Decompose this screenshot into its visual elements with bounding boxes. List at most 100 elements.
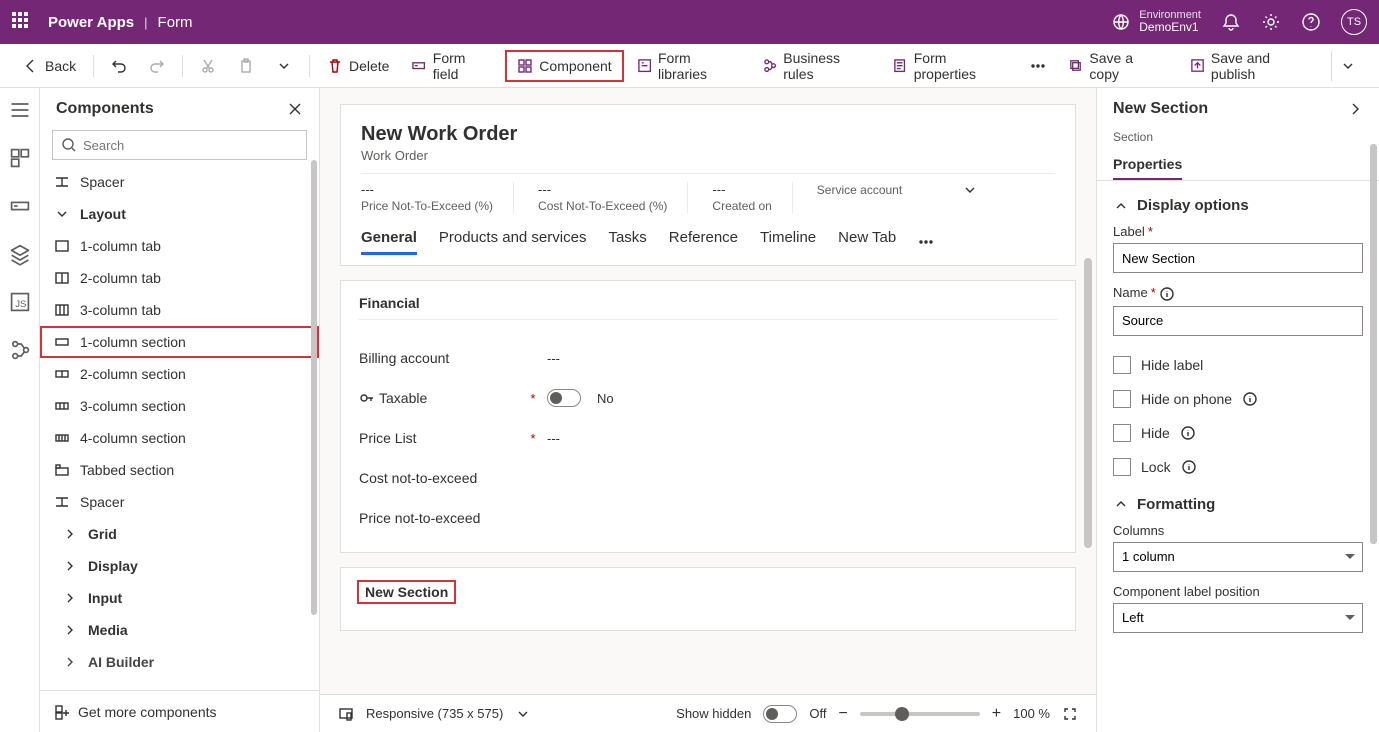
waffle-icon[interactable] bbox=[12, 12, 32, 32]
responsive-label[interactable]: Responsive (735 x 575) bbox=[366, 706, 503, 721]
zoom-slider[interactable] bbox=[860, 712, 980, 716]
paste-button[interactable] bbox=[229, 50, 263, 82]
user-avatar[interactable]: TS bbox=[1341, 9, 1367, 35]
checkbox-hide-label[interactable]: Hide label bbox=[1113, 348, 1363, 382]
group-grid[interactable]: Grid bbox=[40, 518, 319, 550]
component-2col-tab[interactable]: 2-column tab bbox=[40, 262, 319, 294]
rail-rules[interactable] bbox=[8, 338, 32, 362]
close-icon[interactable] bbox=[287, 101, 303, 117]
chevron-right-icon[interactable] bbox=[1347, 101, 1363, 117]
tab-tasks[interactable]: Tasks bbox=[608, 229, 646, 255]
input-label[interactable] bbox=[1113, 243, 1363, 273]
group-display[interactable]: Display bbox=[40, 550, 319, 582]
field-cost-nte[interactable]: Cost not-to-exceed bbox=[359, 458, 1057, 498]
tab-new[interactable]: New Tab bbox=[838, 229, 896, 255]
responsive-icon[interactable] bbox=[338, 706, 354, 722]
field-price-nte[interactable]: Price not-to-exceed bbox=[359, 498, 1057, 538]
component-spacer[interactable]: Spacer bbox=[40, 486, 319, 518]
undo-button[interactable] bbox=[102, 50, 136, 82]
component-3col-tab[interactable]: 3-column tab bbox=[40, 294, 319, 326]
group-ai-builder[interactable]: AI Builder bbox=[40, 646, 319, 678]
1col-section-icon bbox=[54, 334, 70, 350]
component-tabbed-section[interactable]: Tabbed section bbox=[40, 454, 319, 486]
zoom-out-button[interactable]: − bbox=[838, 705, 847, 723]
field-price-list[interactable]: Price List*--- bbox=[359, 418, 1057, 458]
group-media[interactable]: Media bbox=[40, 614, 319, 646]
rail-hamburger[interactable] bbox=[8, 98, 32, 122]
rail-components[interactable] bbox=[8, 146, 32, 170]
form-libraries-button[interactable]: Form libraries bbox=[628, 50, 749, 82]
rail-js[interactable]: JS bbox=[8, 290, 32, 314]
ellipsis-icon bbox=[1030, 58, 1046, 74]
toggle-taxable[interactable] bbox=[547, 389, 581, 407]
checkbox-hide-phone[interactable]: Hide on phone bbox=[1113, 382, 1363, 416]
component-button[interactable]: Component bbox=[505, 50, 623, 82]
section-new[interactable]: New Section bbox=[340, 567, 1076, 631]
info-icon[interactable] bbox=[1242, 391, 1258, 407]
info-icon[interactable] bbox=[1159, 286, 1175, 302]
header-field-service-account[interactable]: Service account bbox=[817, 182, 998, 198]
field-billing-account[interactable]: Billing account--- bbox=[359, 338, 1057, 378]
redo-button[interactable] bbox=[140, 50, 174, 82]
save-copy-button[interactable]: Save a copy bbox=[1059, 50, 1171, 82]
field-taxable[interactable]: Taxable*No bbox=[359, 378, 1057, 418]
info-icon[interactable] bbox=[1180, 425, 1196, 441]
zoom-in-button[interactable]: + bbox=[992, 705, 1001, 723]
settings-icon[interactable] bbox=[1261, 12, 1281, 32]
add-component-icon bbox=[54, 704, 70, 720]
checkbox-lock[interactable]: Lock bbox=[1113, 450, 1363, 484]
tabs-overflow-icon[interactable] bbox=[918, 234, 934, 250]
component-4col-section[interactable]: 4-column section bbox=[40, 422, 319, 454]
select-columns[interactable]: 1 column bbox=[1113, 542, 1363, 572]
rail-layers[interactable] bbox=[8, 242, 32, 266]
back-button[interactable]: Back bbox=[14, 50, 85, 82]
component-2col-section[interactable]: 2-column section bbox=[40, 358, 319, 390]
chevron-down-icon[interactable] bbox=[515, 706, 531, 722]
form-properties-button[interactable]: Form properties bbox=[883, 50, 1017, 82]
section-financial[interactable]: Financial Billing account--- Taxable*No … bbox=[340, 280, 1076, 553]
header-field-cost-nte[interactable]: ---Cost Not-To-Exceed (%) bbox=[538, 182, 688, 213]
app-header: Power Apps | Form Environment DemoEnv1 T… bbox=[0, 0, 1379, 44]
component-spacer-top[interactable]: Spacer bbox=[40, 166, 319, 198]
tab-properties[interactable]: Properties bbox=[1113, 150, 1182, 180]
chevron-down-icon bbox=[1113, 198, 1129, 214]
header-field-created[interactable]: ---Created on bbox=[712, 182, 792, 213]
save-publish-dropdown[interactable] bbox=[1331, 50, 1365, 82]
component-1col-section[interactable]: 1-column section bbox=[40, 326, 319, 358]
save-publish-button[interactable]: Save and publish bbox=[1181, 50, 1321, 82]
rail-field[interactable] bbox=[8, 194, 32, 218]
group-input[interactable]: Input bbox=[40, 582, 319, 614]
canvas-scrollbar[interactable] bbox=[1084, 108, 1092, 672]
environment-switcher[interactable]: Environment DemoEnv1 bbox=[1111, 9, 1201, 34]
tab-products[interactable]: Products and services bbox=[439, 229, 587, 255]
component-3col-section[interactable]: 3-column section bbox=[40, 390, 319, 422]
info-icon[interactable] bbox=[1181, 459, 1197, 475]
paste-dropdown[interactable] bbox=[267, 50, 301, 82]
get-more-components[interactable]: Get more components bbox=[40, 690, 319, 732]
business-rules-button[interactable]: Business rules bbox=[753, 50, 879, 82]
delete-button[interactable]: Delete bbox=[318, 50, 398, 82]
group-formatting[interactable]: Formatting bbox=[1113, 496, 1363, 513]
group-display-options[interactable]: Display options bbox=[1113, 197, 1363, 214]
cut-button[interactable] bbox=[191, 50, 225, 82]
tab-timeline[interactable]: Timeline bbox=[760, 229, 816, 255]
toggle-show-hidden[interactable] bbox=[763, 705, 797, 723]
component-1col-tab[interactable]: 1-column tab bbox=[40, 230, 319, 262]
tab-general[interactable]: General bbox=[361, 229, 417, 255]
form-field-button[interactable]: Form field bbox=[402, 50, 501, 82]
tab-reference[interactable]: Reference bbox=[669, 229, 738, 255]
right-scrollbar[interactable] bbox=[1370, 144, 1377, 544]
input-name[interactable] bbox=[1113, 306, 1363, 336]
group-layout[interactable]: Layout bbox=[40, 198, 319, 230]
notifications-icon[interactable] bbox=[1221, 12, 1241, 32]
fit-icon[interactable] bbox=[1062, 706, 1078, 722]
search-input[interactable] bbox=[52, 130, 307, 160]
select-comp-label-pos[interactable]: Left bbox=[1113, 603, 1363, 633]
help-icon[interactable] bbox=[1301, 12, 1321, 32]
form-header-card[interactable]: New Work Order Work Order ---Price Not-T… bbox=[340, 104, 1076, 266]
left-scrollbar[interactable] bbox=[311, 160, 317, 615]
header-field-price-nte[interactable]: ---Price Not-To-Exceed (%) bbox=[361, 182, 514, 213]
more-commands[interactable] bbox=[1021, 50, 1055, 82]
checkbox-hide[interactable]: Hide bbox=[1113, 416, 1363, 450]
properties-icon bbox=[892, 58, 907, 74]
